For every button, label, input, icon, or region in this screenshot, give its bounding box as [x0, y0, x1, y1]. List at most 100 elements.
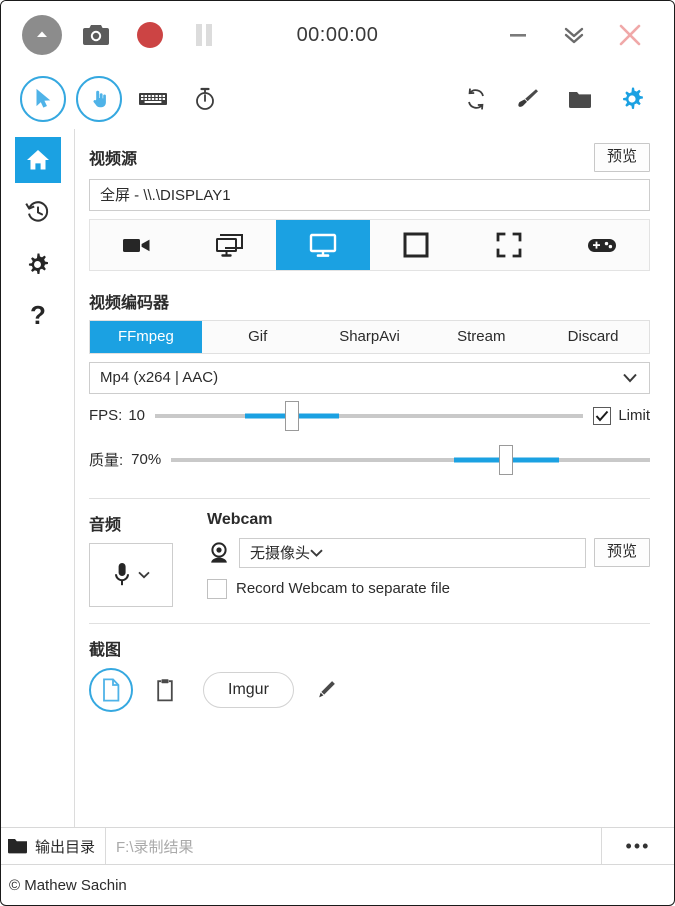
screenshot-editor-button[interactable] [502, 73, 554, 125]
webcam-preview-button[interactable]: 预览 [593, 538, 650, 568]
close-button[interactable] [602, 8, 658, 62]
output-bar: 输出目录 F:\录制结果 ••• [1, 827, 674, 864]
video-source-header: 视频源 预览 [89, 143, 650, 172]
limit-checkbox[interactable]: Limit [593, 406, 650, 425]
main-body: ? 视频源 预览 全屏 - \\.\DISPLAY1 视频编码器 FFmpeg … [1, 129, 674, 827]
gear-icon [28, 253, 48, 274]
clicks-toggle-button[interactable] [76, 76, 122, 122]
cursor-icon [36, 88, 51, 108]
screenshot-editor-icon-button[interactable] [304, 668, 348, 712]
fps-slider-thumb[interactable] [285, 400, 300, 431]
codec-select[interactable]: Mp4 (x264 | AAC) [89, 361, 650, 394]
minimize-icon [510, 34, 526, 37]
screenshot-target-clipboard[interactable] [143, 668, 187, 712]
screenshot-target-disk[interactable] [89, 667, 133, 712]
tab-stream[interactable]: Stream [425, 320, 538, 353]
video-encoder-header: 视频编码器 [89, 289, 650, 313]
source-type-screen[interactable] [276, 219, 370, 270]
history-icon [24, 201, 48, 222]
refresh-button[interactable] [450, 73, 502, 125]
screenshot-title: 截图 [89, 641, 122, 659]
webcam-separate-file-checkbox[interactable]: Record Webcam to separate file [207, 578, 650, 599]
fps-row: FPS: 10 Limit [89, 394, 650, 438]
quality-value: 70% [131, 451, 162, 469]
pause-icon [196, 24, 212, 46]
svg-text:?: ? [30, 302, 46, 330]
file-icon [103, 678, 120, 702]
audio-title: 音频 [89, 516, 122, 534]
record-circle-icon [137, 22, 163, 48]
divider-audio [89, 497, 650, 499]
gear-icon [623, 87, 643, 109]
output-folder-label: 输出目录 [35, 828, 107, 864]
pencil-icon [319, 680, 335, 698]
tab-sharpavi[interactable]: SharpAvi [313, 320, 426, 353]
fps-label: FPS: [89, 407, 123, 425]
clipboard-icon [157, 678, 173, 702]
webcam-column: Webcam 无摄像头 预览 Record Webcam to separate… [207, 511, 650, 607]
question-mark-icon: ? [30, 302, 46, 330]
open-folder-button[interactable] [554, 73, 606, 125]
check-icon [596, 410, 609, 422]
quality-slider-thumb[interactable] [499, 444, 514, 475]
source-type-no-video[interactable] [90, 219, 184, 270]
video-encoder-title: 视频编码器 [89, 294, 170, 312]
source-type-window[interactable] [369, 219, 463, 270]
expand-button[interactable] [15, 8, 69, 62]
audio-webcam-section: 音频 Webcam 无摄像头 预览 Record Webcam to separ… [89, 511, 650, 607]
webcam-title: Webcam [207, 510, 273, 528]
sidebar: ? [1, 129, 75, 827]
pause-button[interactable] [177, 8, 231, 62]
sidebar-item-about[interactable]: ? [15, 293, 61, 339]
monitor-icon [309, 233, 337, 257]
output-folder-icon-button[interactable] [1, 828, 35, 864]
minimize-to-tray-button[interactable] [546, 8, 602, 62]
chevron-down-icon [138, 571, 150, 579]
chevron-double-down-icon [564, 27, 584, 44]
record-button[interactable] [123, 8, 177, 62]
cursor-toggle-button[interactable] [20, 76, 66, 122]
multi-monitor-icon [215, 233, 243, 257]
folder-icon [569, 92, 591, 108]
video-preview-button[interactable]: 预览 [593, 143, 650, 172]
captura-window: 00:00:00 ? 视频源 预览 全屏 - \\.\DISPLAY1 视频编码… [0, 0, 675, 906]
limit-checkbox-box [593, 406, 612, 425]
sidebar-item-history[interactable] [15, 189, 61, 235]
output-browse-button[interactable]: ••• [602, 828, 674, 864]
fps-value: 10 [128, 407, 146, 425]
encoder-tabs: FFmpeg Gif SharpAvi Stream Discard [89, 319, 650, 354]
timer-toggle-button[interactable] [179, 73, 231, 125]
limit-label: Limit [618, 407, 650, 425]
settings-button[interactable] [606, 73, 658, 125]
expand-arrow-icon [22, 15, 62, 55]
imgur-button[interactable]: Imgur [203, 671, 294, 708]
webcam-select-row: 无摄像头 预览 [207, 537, 650, 568]
tab-gif[interactable]: Gif [201, 320, 314, 353]
source-type-region[interactable] [462, 219, 556, 270]
secondary-toolbar [1, 69, 674, 129]
quality-slider[interactable] [171, 444, 650, 475]
chevron-down-icon [310, 549, 323, 557]
camera-icon [83, 25, 109, 45]
sidebar-item-settings[interactable] [15, 241, 61, 287]
tab-discard[interactable]: Discard [537, 320, 649, 353]
sidebar-item-home[interactable] [14, 137, 61, 183]
window-controls [490, 8, 674, 62]
source-type-game[interactable] [555, 219, 650, 270]
keystrokes-toggle-button[interactable] [127, 73, 179, 125]
fps-slider[interactable] [155, 400, 584, 431]
folder-icon [8, 839, 27, 854]
video-encoder-section: 视频编码器 FFmpeg Gif SharpAvi Stream Discard… [89, 289, 650, 482]
audio-device-button[interactable] [89, 542, 173, 607]
title-bar: 00:00:00 [1, 1, 674, 69]
video-source-select[interactable]: 全屏 - \\.\DISPLAY1 [89, 178, 650, 211]
minimize-button[interactable] [490, 8, 546, 62]
webcam-separate-file-label: Record Webcam to separate file [236, 580, 450, 598]
title-bar-actions [1, 8, 231, 62]
webcam-select[interactable]: 无摄像头 [239, 537, 586, 568]
output-path-input[interactable]: F:\录制结果 [106, 828, 602, 864]
screenshot-button[interactable] [69, 8, 123, 62]
tab-ffmpeg[interactable]: FFmpeg [90, 320, 202, 353]
source-type-desktop-duplication[interactable] [183, 219, 277, 270]
video-camera-icon [122, 238, 150, 252]
